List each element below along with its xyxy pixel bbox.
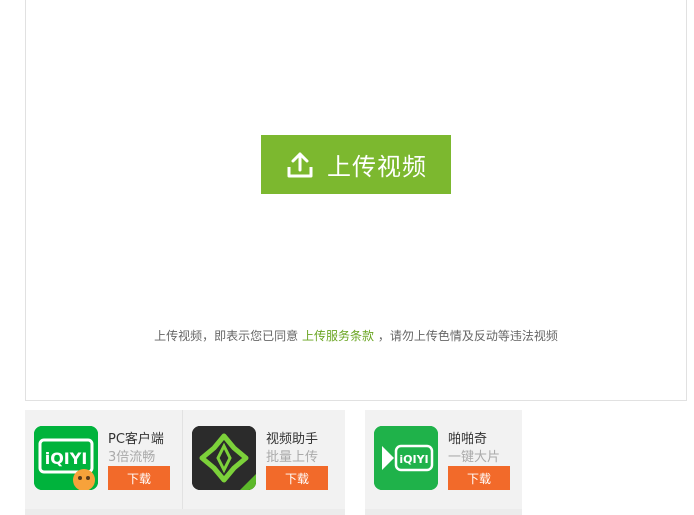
papaqi-icon: iQIYI <box>374 426 438 490</box>
app-item-video-assistant: 视频助手 批量上传 下载 <box>192 426 342 496</box>
app-item-pc-client: iQIYI PC客户端 3倍流畅 下载 <box>34 426 182 496</box>
app-title: 视频助手 <box>266 432 319 447</box>
app-download-section: iQIYI PC客户端 3倍流畅 下载 视频助手 批量上传 下载 iQIYI 啪… <box>25 410 694 515</box>
terms-of-service-link[interactable]: 上传服务条款 <box>302 329 374 343</box>
terms-prefix: 上传视频，即表示您已同意 <box>154 329 299 343</box>
svg-text:iQIYI: iQIYI <box>399 453 428 466</box>
app-card-right: iQIYI 啪啪奇 一键大片 下载 <box>365 410 522 515</box>
app-subtitle: 3倍流畅 <box>108 450 156 465</box>
app-title: 啪啪奇 <box>448 432 488 447</box>
app-title: PC客户端 <box>108 432 164 447</box>
upload-panel: 上传视频 上传视频，即表示您已同意 上传服务条款 ，请勿上传色情及反动等违法视频 <box>25 0 687 401</box>
upload-video-button[interactable]: 上传视频 <box>261 135 451 194</box>
upload-icon <box>287 152 313 177</box>
card-divider <box>182 410 183 515</box>
card-bottom-strip <box>25 509 345 515</box>
app-card-left: iQIYI PC客户端 3倍流畅 下载 视频助手 批量上传 下载 <box>25 410 345 515</box>
download-button[interactable]: 下载 <box>448 466 510 490</box>
upload-button-label: 上传视频 <box>327 153 427 181</box>
app-subtitle: 批量上传 <box>266 450 319 465</box>
iqiyi-logo-icon: iQIYI <box>34 426 98 490</box>
app-item-papaqi: iQIYI 啪啪奇 一键大片 下载 <box>374 426 522 496</box>
download-button[interactable]: 下载 <box>266 466 328 490</box>
upload-terms-text: 上传视频，即表示您已同意 上传服务条款 ，请勿上传色情及反动等违法视频 <box>26 327 686 344</box>
download-button[interactable]: 下载 <box>108 466 170 490</box>
svg-text:iQIYI: iQIYI <box>45 449 88 468</box>
video-assistant-icon <box>192 426 256 490</box>
card-bottom-strip <box>365 509 522 515</box>
app-subtitle: 一键大片 <box>448 450 501 465</box>
terms-suffix: ，请勿上传色情及反动等违法视频 <box>377 329 558 343</box>
